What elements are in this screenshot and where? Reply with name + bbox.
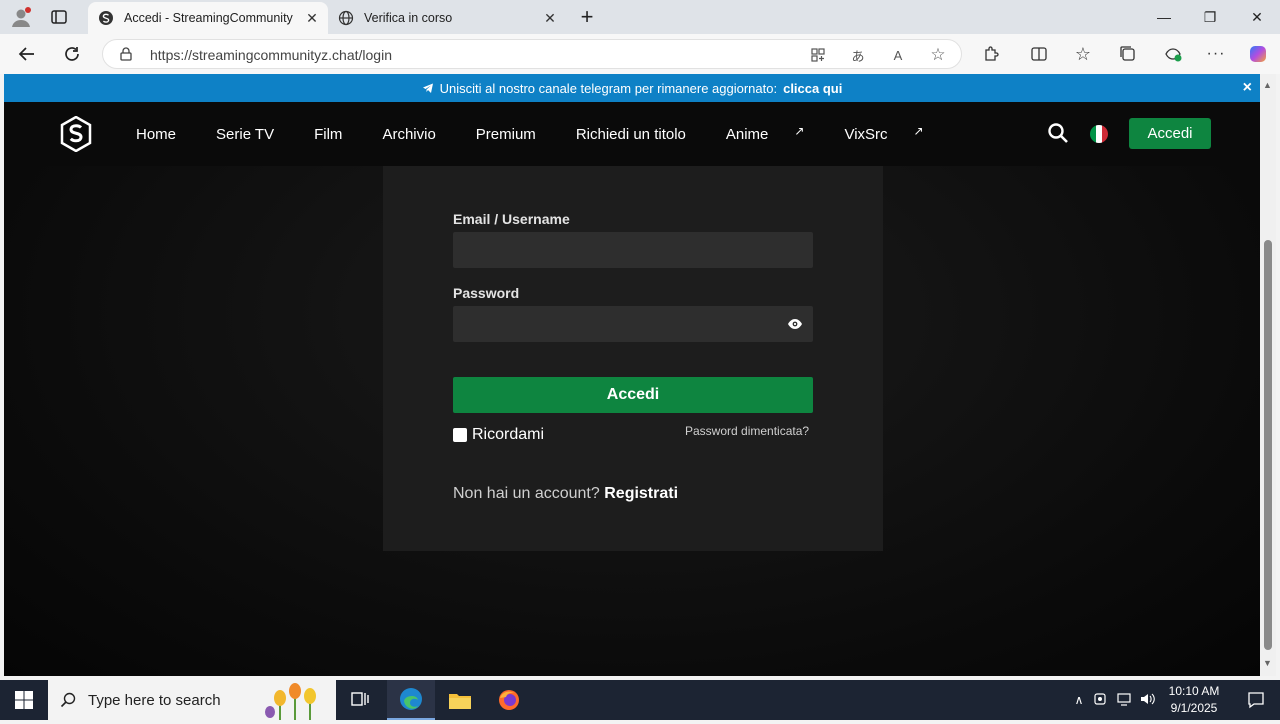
notifications-icon[interactable] xyxy=(1232,680,1280,720)
signup-link[interactable]: Registrati xyxy=(604,485,678,502)
password-label: Password xyxy=(453,285,520,301)
tab-verifica[interactable]: Verifica in corso ✕ xyxy=(328,2,566,34)
remember-label: Ricordami xyxy=(472,426,545,443)
telegram-banner: Unisciti al nostro canale telegram per r… xyxy=(4,74,1260,102)
url-text: https://streamingcommunityz.chat/login xyxy=(150,47,392,63)
taskbar-search-input[interactable]: Type here to search xyxy=(48,680,336,720)
signup-prompt: Non hai un account? xyxy=(453,485,600,502)
login-card: Email / Username Password Accedi Ricorda… xyxy=(383,166,883,551)
globe-icon xyxy=(338,10,354,26)
read-aloud-icon[interactable]: A xyxy=(888,45,908,65)
site-logo-icon[interactable] xyxy=(60,115,92,153)
nav-anime[interactable]: Anime ↗ xyxy=(726,124,825,143)
clock-date: 9/1/2025 xyxy=(1170,701,1218,715)
show-password-eye-icon[interactable] xyxy=(787,317,803,331)
main-nav: Home Serie TV Film Archivio Premium Rich… xyxy=(136,102,964,166)
translate-icon[interactable]: あ xyxy=(848,45,868,65)
page-viewport: Unisciti al nostro canale telegram per r… xyxy=(4,74,1260,676)
browser-essentials-icon[interactable] xyxy=(1159,40,1187,68)
split-screen-icon[interactable] xyxy=(1025,40,1053,68)
app-available-icon[interactable] xyxy=(808,45,828,65)
windows-start-icon[interactable] xyxy=(0,680,48,720)
site-info-icon[interactable] xyxy=(118,46,134,67)
search-icon xyxy=(48,692,88,708)
italian-flag-icon[interactable] xyxy=(1090,125,1108,143)
close-tab-icon[interactable]: ✕ xyxy=(542,10,558,26)
external-link-icon: ↗ xyxy=(794,124,805,138)
new-tab-icon[interactable]: + xyxy=(576,4,598,29)
scrollbar-thumb[interactable] xyxy=(1264,240,1272,650)
scroll-down-icon[interactable]: ▼ xyxy=(1263,658,1272,668)
tab-title: Accedi - StreamingCommunity xyxy=(124,11,293,25)
external-link-icon: ↗ xyxy=(913,124,924,138)
minimize-icon[interactable]: — xyxy=(1141,0,1187,34)
close-tab-icon[interactable]: ✕ xyxy=(304,10,320,26)
back-icon[interactable] xyxy=(13,40,41,68)
login-submit-button[interactable]: Accedi xyxy=(453,377,813,413)
remember-me[interactable]: Ricordami xyxy=(453,426,544,444)
window-close-icon[interactable]: ✕ xyxy=(1234,0,1280,34)
favorites-icon[interactable]: ☆ xyxy=(1069,40,1097,68)
task-view-icon[interactable] xyxy=(336,680,384,720)
telegram-icon xyxy=(422,82,434,94)
address-bar[interactable]: https://streamingcommunityz.chat/login あ… xyxy=(102,39,962,69)
flag-stripe xyxy=(1102,125,1108,143)
profile-icon[interactable] xyxy=(10,6,32,28)
clock-time: 10:10 AM xyxy=(1168,684,1220,698)
streamingcommunity-favicon-icon xyxy=(98,10,114,26)
firefox-icon[interactable] xyxy=(485,680,533,720)
nav-richiedi-titolo[interactable]: Richiedi un titolo xyxy=(576,126,706,143)
tab-strip: Accedi - StreamingCommunity ✕ Verifica i… xyxy=(0,0,1280,34)
password-field[interactable] xyxy=(453,306,813,342)
nav-premium[interactable]: Premium xyxy=(476,126,556,143)
refresh-icon[interactable] xyxy=(58,40,86,68)
nav-vixsrc[interactable]: VixSrc ↗ xyxy=(844,124,943,143)
email-field[interactable] xyxy=(453,232,813,268)
volume-icon[interactable] xyxy=(1136,692,1160,709)
header-login-button[interactable]: Accedi xyxy=(1129,118,1211,149)
forgot-password-link[interactable]: Password dimenticata? xyxy=(685,424,809,438)
restore-icon[interactable]: ❐ xyxy=(1187,0,1233,34)
network-icon[interactable] xyxy=(1112,692,1136,709)
banner-link[interactable]: clicca qui xyxy=(783,81,842,96)
banner-close-icon[interactable]: × xyxy=(1243,79,1252,97)
nav-serie-tv[interactable]: Serie TV xyxy=(216,126,294,143)
banner-text: Unisciti al nostro canale telegram per r… xyxy=(439,80,778,96)
page-scrollbar[interactable]: ▲ ▼ xyxy=(1260,74,1276,676)
file-explorer-icon[interactable] xyxy=(436,680,484,720)
extensions-icon[interactable] xyxy=(977,40,1005,68)
scroll-up-icon[interactable]: ▲ xyxy=(1263,80,1272,90)
nav-film[interactable]: Film xyxy=(314,126,362,143)
search-icon[interactable] xyxy=(1047,122,1071,146)
windows-taskbar: Type here to search ∧ 10:10 AM 9/1/2025 xyxy=(0,680,1280,720)
tab-actions-icon[interactable] xyxy=(50,8,70,28)
remember-checkbox[interactable] xyxy=(453,428,467,442)
nav-home[interactable]: Home xyxy=(136,126,196,143)
email-label: Email / Username xyxy=(453,211,570,227)
tab-accedi[interactable]: Accedi - StreamingCommunity ✕ xyxy=(88,2,328,34)
taskbar-search-placeholder: Type here to search xyxy=(88,691,221,709)
tab-title: Verifica in corso xyxy=(364,11,453,25)
browser-toolbar: https://streamingcommunityz.chat/login あ… xyxy=(0,34,1280,74)
tulips-decoration-icon xyxy=(260,682,330,724)
copilot-icon[interactable] xyxy=(1244,40,1272,68)
signup-row: Non hai un account? Registrati xyxy=(453,485,678,503)
defender-icon[interactable] xyxy=(1088,692,1112,709)
show-hidden-icons-icon[interactable]: ∧ xyxy=(1070,693,1088,707)
site-header: Home Serie TV Film Archivio Premium Rich… xyxy=(4,102,1260,166)
system-tray: ∧ xyxy=(1070,680,1160,720)
edge-taskbar-icon[interactable] xyxy=(387,680,435,720)
favorite-star-icon[interactable]: ☆ xyxy=(928,45,948,65)
nav-archivio[interactable]: Archivio xyxy=(382,126,455,143)
clock[interactable]: 10:10 AM 9/1/2025 xyxy=(1162,683,1226,717)
more-menu-icon[interactable]: ··· xyxy=(1202,40,1230,68)
collections-icon[interactable] xyxy=(1114,40,1142,68)
